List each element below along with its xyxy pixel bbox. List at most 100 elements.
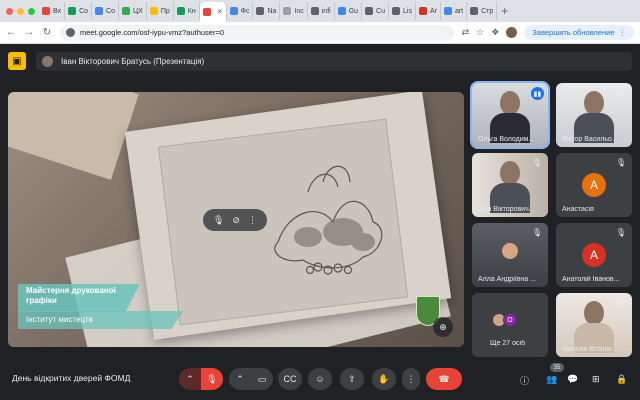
- more-vert-icon: ⋮: [618, 28, 627, 37]
- banner-subtitle: Інститут мистецтв: [26, 315, 93, 324]
- tab-favicon-icon: [443, 7, 452, 15]
- participant-name: Іван Вікторович...: [478, 206, 535, 213]
- chat-icon[interactable]: 💬: [567, 374, 578, 385]
- participant-tile[interactable]: ▮▮ Ольга Володим...: [470, 81, 550, 149]
- window-controls: [6, 7, 35, 15]
- tab-favicon-icon: [392, 7, 400, 15]
- participant-tile[interactable]: A 🎙︎ Анастасія: [556, 153, 632, 217]
- tab-label: Lis: [403, 7, 412, 15]
- browser-tab[interactable]: infi: [308, 2, 335, 20]
- tab-favicon-icon: [283, 7, 292, 15]
- host-controls-icon[interactable]: 🔒: [616, 374, 627, 385]
- browser-tab[interactable]: Co: [92, 2, 119, 20]
- browser-tab[interactable]: Фс: [227, 2, 254, 20]
- browser-tab[interactable]: Вх: [39, 2, 66, 20]
- participant-name: Ольга Володим...: [478, 136, 535, 143]
- raise-hand-button[interactable]: ✋: [372, 368, 396, 390]
- mic-off-icon: 🎙︎: [615, 228, 626, 237]
- mic-off-icon: 🎙︎: [206, 373, 218, 384]
- forward-icon[interactable]: →: [24, 27, 34, 38]
- tab-label: art: [454, 7, 464, 15]
- speaking-indicator-icon: ▮▮: [531, 87, 544, 100]
- info-icon[interactable]: ⓘ: [520, 374, 529, 387]
- reactions-button[interactable]: ☺: [308, 368, 332, 390]
- tab-label: Фс: [240, 7, 250, 15]
- volume-off-icon[interactable]: ⊘: [232, 215, 240, 226]
- presenter-chip: Іван Вікторович Братусь (Презентація): [36, 52, 632, 71]
- tab-label: Стр: [481, 7, 494, 15]
- present-to-all-icon: ▣: [8, 52, 26, 70]
- browser-tab[interactable]: Пр: [147, 2, 174, 20]
- browser-tab[interactable]: Inc: [280, 2, 308, 20]
- participant-tile[interactable]: 🎙︎ Алла Андріївна ...: [472, 223, 548, 287]
- more-vert-icon: ⋮: [406, 373, 416, 384]
- participant-tile[interactable]: O Ще 27 осіб: [472, 293, 548, 357]
- participant-face: [584, 91, 604, 115]
- call-end-icon: ☎: [438, 373, 450, 384]
- minimize-window-button[interactable]: [17, 7, 24, 15]
- back-icon[interactable]: ←: [6, 27, 16, 38]
- mic-toggle-button[interactable]: 🎙︎: [201, 368, 223, 390]
- leave-call-button[interactable]: ☎: [426, 368, 462, 390]
- more-options-button[interactable]: ⋮: [402, 368, 420, 390]
- people-icon[interactable]: 👥: [546, 374, 557, 385]
- audio-options-button[interactable]: ⌃: [179, 368, 201, 390]
- translate-icon[interactable]: ⇄: [462, 27, 470, 38]
- video-options-button[interactable]: ⌃: [229, 368, 251, 390]
- more-vert-icon[interactable]: ⋮: [248, 215, 257, 226]
- url-input[interactable]: meet.google.com/osf-iypu-vmz?authuser=0: [60, 24, 454, 41]
- present-button[interactable]: ⇪: [340, 368, 364, 390]
- browser-tab[interactable]: Lis: [389, 2, 416, 20]
- browser-tab[interactable]: ✕: [199, 2, 227, 22]
- site-info-icon[interactable]: [66, 28, 75, 37]
- participant-face: [502, 243, 518, 259]
- participant-tile[interactable]: A 🎙︎ Анатолій Іванов...: [556, 223, 632, 287]
- tab-close-icon[interactable]: ✕: [217, 8, 223, 16]
- new-tab-button[interactable]: +: [501, 4, 508, 18]
- participant-tile[interactable]: 🎙︎ Іван Вікторович...: [472, 153, 548, 217]
- etching-drawing: [274, 165, 383, 275]
- update-button[interactable]: Завершить обновление ⋮: [524, 25, 634, 40]
- tab-favicon-icon: [418, 7, 427, 15]
- reload-icon[interactable]: ↻: [42, 27, 52, 38]
- browser-tab[interactable]: Co: [65, 2, 93, 20]
- mic-off-icon: 🎙︎: [615, 88, 626, 97]
- close-window-button[interactable]: [6, 7, 13, 15]
- browser-tab[interactable]: ЦХ: [119, 2, 147, 20]
- tab-favicon-icon: [229, 7, 238, 15]
- participant-name: Наталія Віталів...: [562, 346, 618, 353]
- browser-tab[interactable]: Стр: [467, 2, 498, 20]
- extension-icon[interactable]: ❖: [491, 27, 499, 38]
- participant-name: Ще 27 осіб: [490, 340, 526, 347]
- browser-tab[interactable]: Cu: [362, 2, 389, 20]
- profile-avatar[interactable]: [506, 27, 518, 38]
- browser-tab[interactable]: Na: [253, 2, 281, 20]
- activities-icon[interactable]: ⊞: [592, 374, 600, 385]
- presenter-avatar: [42, 56, 53, 67]
- url-text: meet.google.com/osf-iypu-vmz?authuser=0: [80, 28, 225, 37]
- tab-label: Пр: [160, 7, 170, 15]
- browser-tab[interactable]: Ar: [416, 2, 441, 20]
- camera-toggle-button[interactable]: ▭: [251, 368, 273, 390]
- participant-avatar: A: [582, 173, 606, 197]
- tab-label: Gu: [348, 7, 359, 15]
- browser-tab[interactable]: art: [441, 2, 468, 20]
- browser-tab[interactable]: Кн: [174, 2, 200, 20]
- participant-name: Віктор Васильо...: [562, 136, 618, 143]
- captions-button[interactable]: CC: [278, 368, 302, 390]
- tab-label: Вх: [53, 7, 62, 15]
- tab-favicon-icon: [310, 7, 319, 15]
- banner-title: Майстерня друкованої графіки: [26, 286, 116, 305]
- participant-name: Алла Андріївна ...: [478, 276, 536, 283]
- zoom-in-icon[interactable]: ⊕: [433, 317, 453, 337]
- browser-tab-bar: Вх Co Co ЦХ Пр Кн ✕ Фс Na Inc infi Gu Cu Lis Ar art Стр …: [0, 0, 640, 22]
- participant-tile[interactable]: 🎙︎ Наталія Віталів...: [556, 293, 632, 357]
- mic-off-icon: 🎙︎: [615, 298, 626, 307]
- tab-favicon-icon: [202, 8, 211, 16]
- browser-tab[interactable]: Gu: [335, 2, 363, 20]
- presentation-stage[interactable]: 🎙︎ ⊘ ⋮ Майстерня друкованої графіки Інст…: [8, 92, 464, 347]
- bookmark-star-icon[interactable]: ☆: [476, 27, 484, 38]
- participant-tile[interactable]: 🎙︎ Віктор Васильо...: [556, 83, 632, 147]
- tab-label: infi: [321, 7, 331, 15]
- maximize-window-button[interactable]: [28, 7, 35, 15]
